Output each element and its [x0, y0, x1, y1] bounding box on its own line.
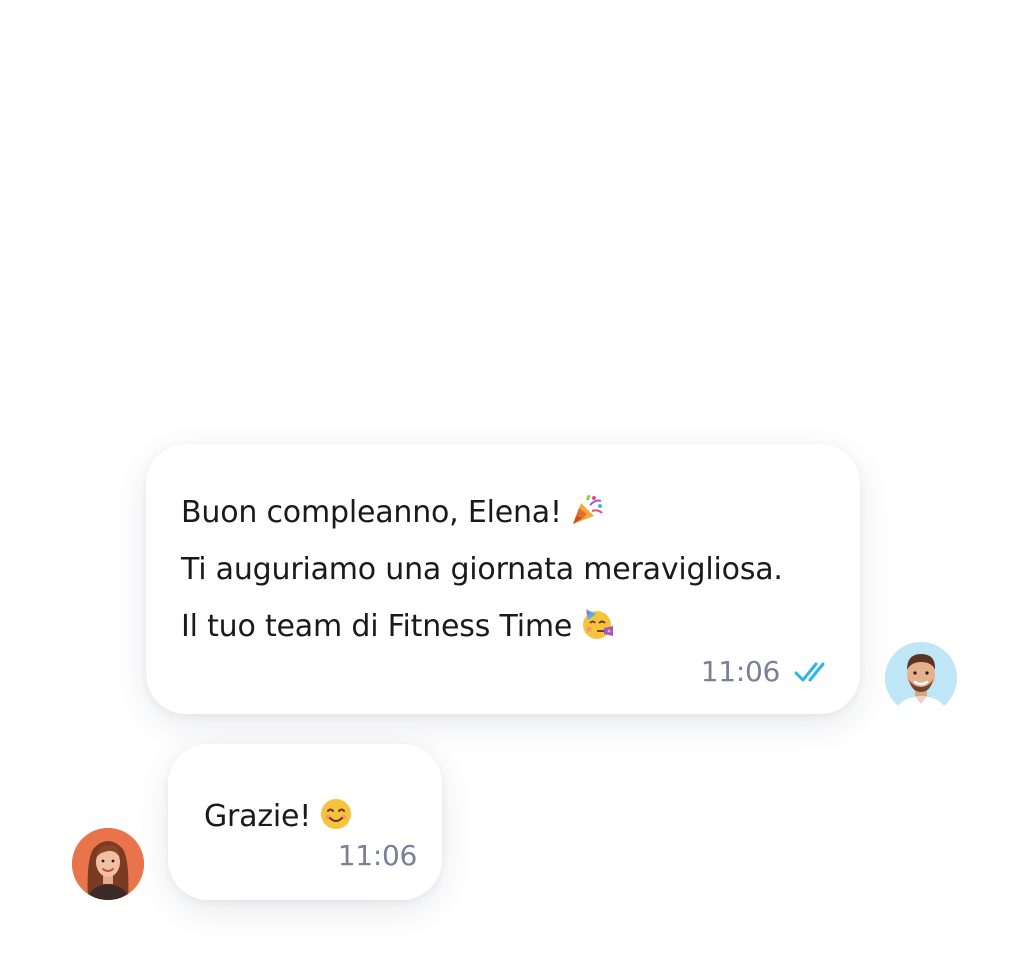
- message-line-text: Buon compleanno, Elena!: [181, 495, 562, 530]
- message-meta: 11:06: [701, 655, 836, 688]
- message-meta: 11:06: [337, 839, 418, 872]
- message-line: Grazie!: [204, 788, 418, 845]
- sender-avatar[interactable]: [885, 642, 957, 714]
- message-line-text: Ti auguriamo una giornata meravigliosa.: [181, 552, 783, 587]
- partying-face-icon: [583, 609, 614, 639]
- party-popper-icon: [572, 494, 603, 524]
- double-check-icon: [794, 662, 825, 681]
- smiling-face-icon: [321, 799, 352, 829]
- woman-avatar-icon: [72, 828, 144, 900]
- man-avatar-icon: [885, 642, 957, 714]
- incoming-message-bubble[interactable]: Grazie! 11:06: [168, 744, 442, 900]
- message-line: Il tuo team di Fitness Time: [181, 598, 838, 655]
- message-line-text: Il tuo team di Fitness Time: [181, 609, 573, 644]
- outgoing-message-bubble[interactable]: Buon compleanno, Elena! Ti auguriamo una…: [146, 444, 860, 714]
- recipient-avatar[interactable]: [72, 828, 144, 900]
- message-line: Buon compleanno, Elena!: [181, 484, 838, 541]
- message-time: 11:06: [337, 839, 418, 872]
- message-time: 11:06: [700, 655, 781, 688]
- message-line-text: Grazie!: [204, 799, 312, 834]
- message-line: Ti auguriamo una giornata meravigliosa.: [181, 541, 838, 598]
- chat-view: Buon compleanno, Elena! Ti auguriamo una…: [0, 0, 1029, 960]
